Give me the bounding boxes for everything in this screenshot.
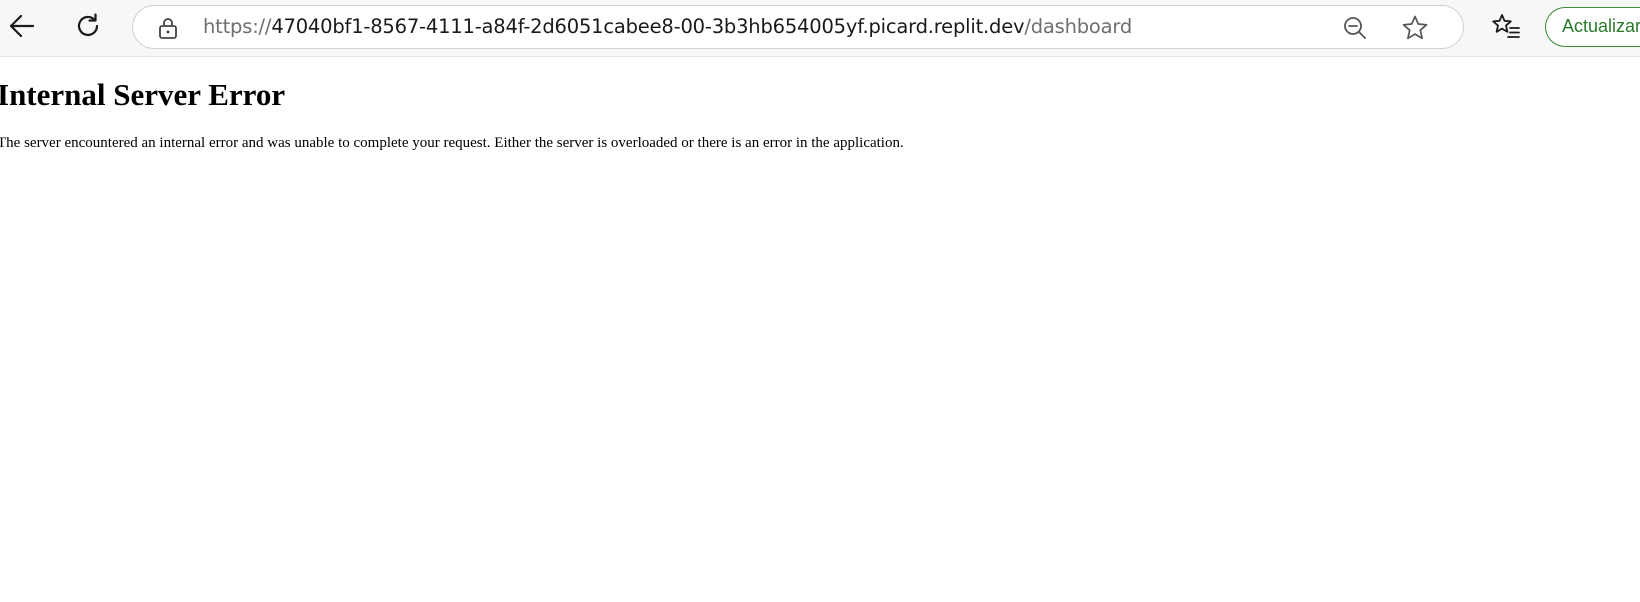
url-text[interactable]: https://47040bf1-8567-4111-a84f-2d6051ca… xyxy=(203,6,1132,48)
back-button[interactable] xyxy=(4,8,40,44)
update-button[interactable]: Actualizar xyxy=(1545,7,1640,47)
reload-button[interactable] xyxy=(70,8,106,44)
url-scheme: https:// xyxy=(203,15,272,38)
zoom-out-icon xyxy=(1342,15,1368,41)
address-bar[interactable]: https://47040bf1-8567-4111-a84f-2d6051ca… xyxy=(132,5,1464,49)
reload-icon xyxy=(74,12,102,40)
zoom-out-button[interactable] xyxy=(1337,10,1373,46)
url-host: 47040bf1-8567-4111-a84f-2d6051cabee8-00-… xyxy=(271,15,1025,38)
star-icon xyxy=(1401,14,1429,42)
url-path: /dashboard xyxy=(1024,15,1133,38)
error-heading: Internal Server Error xyxy=(0,77,286,112)
back-arrow-icon xyxy=(8,12,36,40)
favorite-star-button[interactable] xyxy=(1397,10,1433,46)
favorites-button[interactable] xyxy=(1488,8,1524,44)
lock-icon[interactable] xyxy=(157,16,179,40)
favorites-icon xyxy=(1491,12,1521,40)
error-message: The server encountered an internal error… xyxy=(0,135,904,151)
browser-toolbar: https://47040bf1-8567-4111-a84f-2d6051ca… xyxy=(0,0,1640,57)
